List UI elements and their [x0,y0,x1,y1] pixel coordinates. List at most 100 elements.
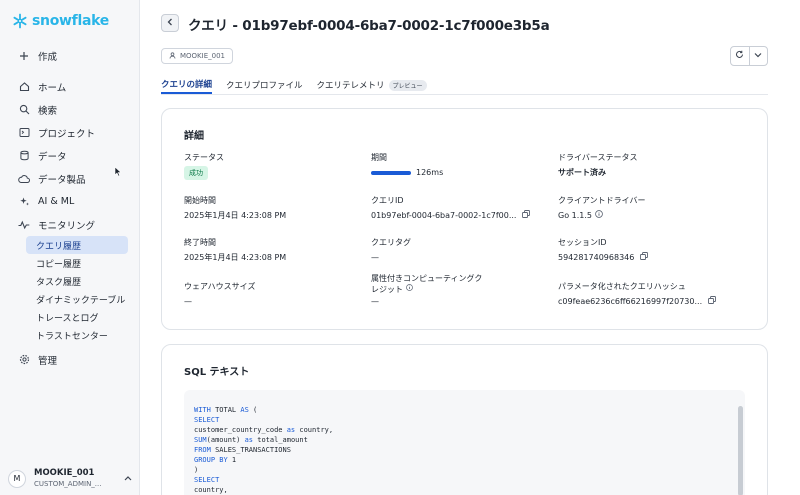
copy-icon[interactable] [640,252,649,264]
tab-divider [161,94,768,95]
query-user-chip: MOOKIE_001 [161,48,233,64]
client-driver-value: Go 1.1.5 [558,211,592,220]
sql-text: country, [295,426,334,434]
sql-text: total_amount [253,436,308,444]
session-id-value: 594281740968346 [558,253,635,262]
sidebar-subitem-dynamic-tables[interactable]: ダイナミックテーブル [26,290,128,308]
sidebar-subitem-copy-history[interactable]: コピー履歴 [26,254,128,272]
sidebar-item-label: プロジェクト [38,128,96,140]
terminal-icon [18,127,30,139]
details-card: 詳細 ステータス 成功 開始時間 2025年1月4日 4:23:08 PM 終了… [161,108,768,330]
sidebar-subitem-traces-logs[interactable]: トレースとログ [26,308,128,326]
sql-text: ( [248,406,258,414]
duration-bar [371,171,411,175]
plus-icon [18,50,30,62]
sql-line: ) [194,465,333,475]
tab-query-details[interactable]: クエリの詳細 [161,76,213,94]
sql-line: GROUP BY 1 [194,455,333,465]
sql-keyword: SUM [194,436,207,444]
refresh-button[interactable] [731,47,749,65]
sidebar-item-ai-ml[interactable]: AI & ML [0,190,140,213]
sidebar-item-admin[interactable]: 管理 [0,348,140,371]
back-button[interactable] [161,14,179,32]
sidebar-item-label: 管理 [38,355,58,367]
avatar: M [8,469,26,488]
sql-keyword: as [244,436,254,444]
sql-line: SUM(amount) as total_amount [194,435,333,445]
sidebar-item-create[interactable]: 作成 [0,44,140,67]
gear-icon [18,354,30,366]
tab-label: クエリテレメトリ [316,81,385,91]
sql-keyword: as [286,426,296,434]
sidebar-subitem-query-history[interactable]: クエリ履歴 [26,236,128,254]
sidebar-item-label: AI & ML [38,196,75,207]
tab-bar: クエリの詳細 クエリプロファイル クエリテレメトリ プレビュー [161,76,427,94]
sql-text: customer_country_code [194,426,287,434]
sql-keyword: SELECT [194,476,220,484]
sql-line: FROM SALES_TRANSACTIONS [194,445,333,455]
status-badge: 成功 [184,166,208,180]
sidebar: snowflake 作成 ホーム 検索 プロジェクト データ データ製品 AI … [0,0,140,495]
query-tag-label: クエリタグ [371,238,411,247]
sidebar-item-projects[interactable]: プロジェクト [0,121,140,144]
start-time-field: 開始時間 2025年1月4日 4:23:08 PM [184,195,286,222]
details-title: 詳細 [184,131,204,142]
warehouse-size-field: ウェアハウスサイズ — [184,281,255,308]
sparkle-icon [18,196,30,208]
start-time-label: 開始時間 [184,196,216,205]
tab-query-telemetry[interactable]: クエリテレメトリ プレビュー [317,76,427,94]
status-field: ステータス 成功 [184,152,224,180]
info-icon[interactable] [595,210,603,222]
snowflake-logo[interactable]: snowflake [12,13,109,29]
sql-text: country, [194,486,228,494]
sidebar-item-label: データ製品 [38,174,86,186]
query-id-field: クエリID 01b97ebf-0004-6ba7-0002-1c7f00... [371,195,531,222]
search-icon [18,104,30,116]
copy-icon[interactable] [522,210,531,222]
credits-label-line1: 属性付きコンピューティングク [371,274,483,283]
driver-status-label: ドライバーステータス [558,153,638,162]
query-id-label: クエリID [371,196,404,205]
user-icon [169,51,176,61]
refresh-icon [735,50,744,62]
logo-text: snowflake [32,13,109,29]
param-hash-value: c09feae6236c6ff66216997f20730... [558,297,703,306]
sidebar-subitem-trust-center[interactable]: トラストセンター [26,326,128,344]
sidebar-item-search[interactable]: 検索 [0,98,140,121]
user-info: MOOKIE_001 CUSTOM_ADMIN_... [34,468,101,489]
sql-text: ) [194,466,199,474]
copy-icon[interactable] [708,296,717,308]
sql-text: SALES_TRANSACTIONS [210,446,291,454]
user-role: CUSTOM_ADMIN_... [34,480,102,488]
credits-value: — [371,297,379,306]
tab-query-profile[interactable]: クエリプロファイル [226,76,303,94]
sql-line: WITH TOTAL AS ( [194,405,333,415]
sidebar-item-home[interactable]: ホーム [0,75,140,98]
info-icon[interactable] [406,284,413,295]
duration-value: 126ms [416,168,444,177]
credits-label-row: レジット [371,284,482,295]
sidebar-item-label: データ [38,151,67,163]
home-icon [18,81,30,93]
duration-value-row: 126ms [371,167,443,179]
sql-code-box[interactable]: WITH TOTAL AS ( SELECT customer_country_co… [184,390,745,495]
query-user-name: MOOKIE_001 [180,52,225,60]
sidebar-item-data[interactable]: データ [0,144,140,167]
sidebar-subitem-task-history[interactable]: タスク履歴 [26,272,128,290]
sql-title: SQL テキスト [184,367,250,378]
sidebar-item-monitoring[interactable]: モニタリング [0,213,140,236]
sql-scrollbar[interactable] [738,406,743,495]
sql-keyword: FROM [194,446,211,454]
sidebar-item-label: ホーム [38,82,67,94]
sql-card: SQL テキスト WITH TOTAL AS ( SELECT customer_c… [161,344,768,495]
user-menu[interactable]: M MOOKIE_001 CUSTOM_ADMIN_... [8,468,132,489]
status-label: ステータス [184,153,224,162]
client-driver-row: Go 1.1.5 [558,210,646,222]
chevron-down-icon [754,51,762,61]
sql-line: SELECT [194,475,333,485]
duration-label: 期間 [371,153,387,162]
refresh-options-button[interactable] [748,47,768,65]
sql-line: customer_country_code as country, [194,425,333,435]
session-id-label: セッションID [558,238,607,247]
sql-keyword: WITH [194,406,211,414]
